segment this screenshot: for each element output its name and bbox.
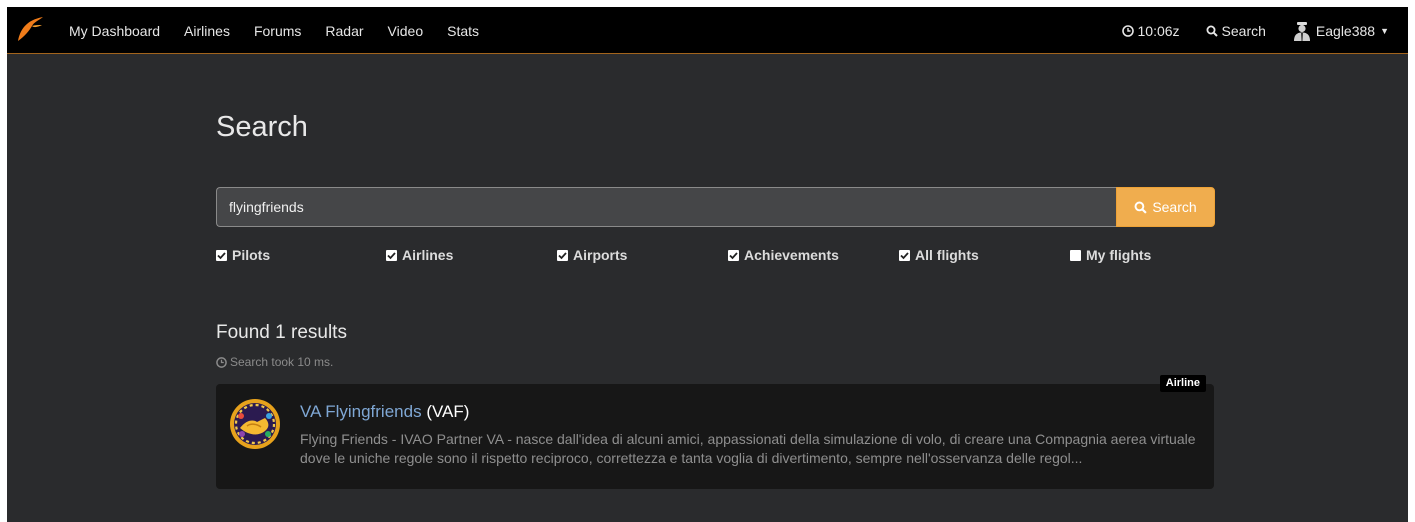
page-title: Search (216, 111, 308, 143)
filter-airlines[interactable]: Airlines (386, 247, 453, 263)
top-navbar: My Dashboard Airlines Forums Radar Video… (7, 7, 1408, 54)
nav-search-link[interactable]: Search (1206, 23, 1266, 39)
checkbox-checked-icon[interactable] (728, 249, 739, 261)
filter-pilots[interactable]: Pilots (216, 247, 270, 263)
search-icon (1134, 201, 1147, 214)
checkbox-checked-icon[interactable] (557, 249, 568, 261)
filter-my-flights[interactable]: My flights (1070, 247, 1151, 263)
filter-airports[interactable]: Airports (557, 247, 627, 263)
search-icon (1206, 25, 1218, 37)
search-button-label: Search (1152, 199, 1197, 215)
filter-label: Airlines (402, 247, 454, 263)
result-title: VA Flyingfriends (VAF) (300, 402, 469, 422)
clock-icon (1121, 24, 1134, 37)
checkbox-checked-icon[interactable] (386, 249, 397, 261)
search-filters: Pilots Airlines Airports Achievements Al… (216, 247, 1216, 263)
checkbox-checked-icon[interactable] (899, 249, 910, 261)
search-bar: Search (216, 187, 1215, 227)
filter-label: Airports (573, 247, 628, 263)
result-code: (VAF) (426, 402, 470, 421)
filter-all-flights[interactable]: All flights (899, 247, 979, 263)
checkbox-checked-icon[interactable] (216, 249, 227, 261)
search-button[interactable]: Search (1116, 187, 1215, 227)
airline-logo (230, 399, 280, 449)
clock-icon (216, 356, 227, 368)
clock-text: 10:06z (1137, 22, 1180, 39)
nav-right: 10:06z Search Eagle388 ▼ (1121, 7, 1409, 54)
username: Eagle388 (1315, 22, 1376, 39)
filter-achievements[interactable]: Achievements (728, 247, 839, 263)
nav-radar[interactable]: Radar (325, 23, 363, 39)
filter-label: Pilots (232, 247, 271, 263)
app-frame: My Dashboard Airlines Forums Radar Video… (7, 7, 1408, 522)
checkbox-unchecked-icon[interactable] (1070, 249, 1081, 261)
nav-search-label: Search (1221, 22, 1266, 39)
chevron-down-icon: ▼ (1380, 25, 1389, 36)
search-input[interactable] (216, 187, 1116, 227)
filter-label: Achievements (744, 247, 839, 263)
nav-stats[interactable]: Stats (447, 23, 479, 39)
result-name-link[interactable]: VA Flyingfriends (300, 402, 422, 421)
nav-forums[interactable]: Forums (254, 23, 301, 39)
nav-my-dashboard[interactable]: My Dashboard (69, 23, 160, 39)
nav-video[interactable]: Video (388, 23, 424, 39)
user-menu[interactable]: Eagle388 ▼ (1292, 21, 1389, 41)
nav-links: My Dashboard Airlines Forums Radar Video… (69, 7, 503, 54)
utc-clock: 10:06z (1121, 22, 1180, 39)
pilot-avatar-icon (1293, 21, 1310, 41)
logo-icon[interactable] (16, 16, 44, 42)
results-heading: Found 1 results (216, 322, 347, 343)
filter-label: My flights (1086, 247, 1152, 263)
result-item[interactable]: Airline VA Flyingfriends (VAF) Flying Fr… (216, 375, 1214, 489)
result-type-badge: Airline (1159, 375, 1206, 392)
filter-label: All flights (915, 247, 979, 263)
result-description: Flying Friends - IVAO Partner VA - nasce… (300, 431, 1196, 466)
nav-airlines[interactable]: Airlines (184, 23, 230, 39)
search-time: Search took 10 ms. (216, 355, 333, 369)
search-time-text: Search took 10 ms. (230, 355, 334, 369)
